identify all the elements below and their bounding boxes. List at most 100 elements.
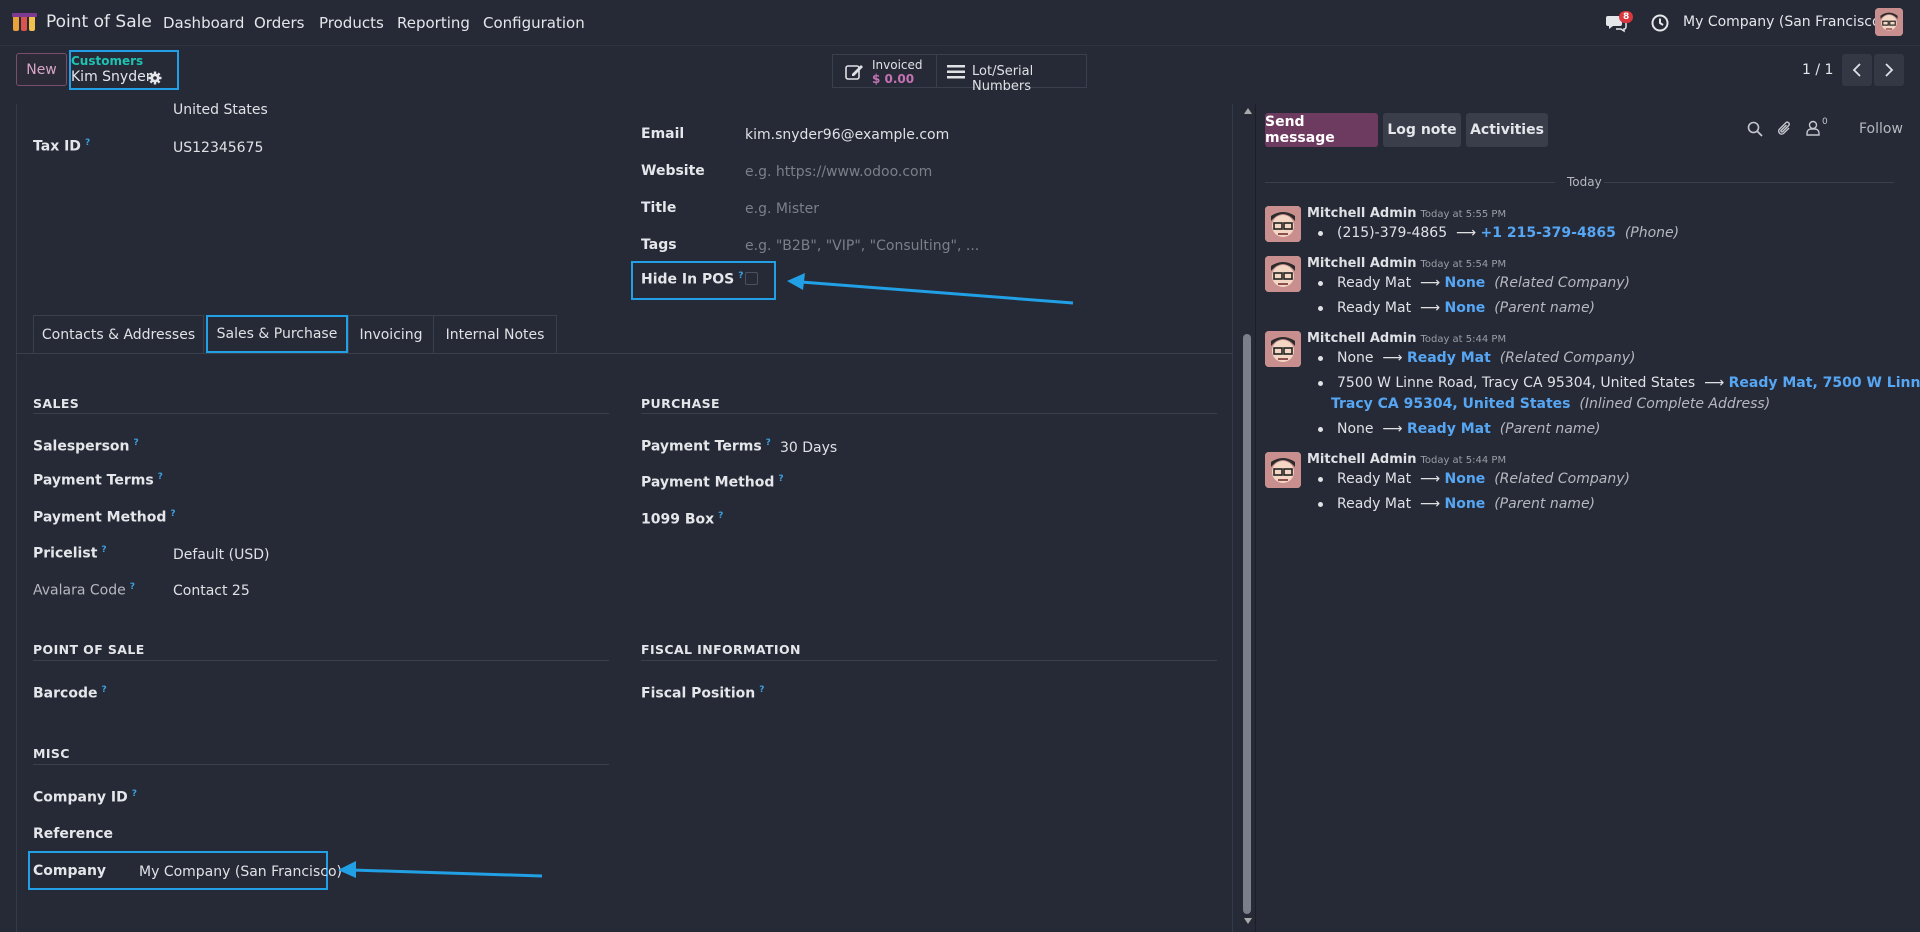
pager-next-button[interactable] (1874, 54, 1904, 86)
today-label: Today (1567, 175, 1602, 189)
pos-separator (33, 660, 609, 661)
tags-label: Tags (641, 237, 677, 253)
reference-label: Reference (33, 826, 114, 842)
title-label: Title (641, 200, 677, 216)
purchase-payment-terms-label: Payment Terms? (641, 438, 771, 455)
tab-sales-purchase[interactable]: Sales & Purchase (206, 315, 348, 353)
avalara-code-label: Avalara Code? (33, 582, 135, 599)
menu-orders[interactable]: Orders (254, 14, 304, 32)
follow-button[interactable]: Follow (1859, 121, 1903, 137)
email-value[interactable]: kim.snyder96@example.com (745, 127, 949, 143)
invoiced-stat-button[interactable]: Invoiced $ 0.00 (832, 54, 937, 88)
salesperson-label: Salesperson? (33, 438, 139, 455)
tab-internal-notes[interactable]: Internal Notes (433, 315, 557, 353)
website-label: Website (641, 163, 705, 179)
tab-contacts-addresses[interactable]: Contacts & Addresses (33, 315, 204, 353)
message-author[interactable]: Mitchell Admin Today at 5:44 PM (1307, 452, 1506, 467)
menu-products[interactable]: Products (319, 14, 384, 32)
message-avatar[interactable] (1265, 256, 1301, 292)
user-avatar[interactable] (1875, 8, 1903, 36)
tax-id-value[interactable]: US12345675 (173, 140, 263, 156)
followers-icon[interactable] (1806, 120, 1820, 136)
pager-value[interactable]: 1 / 1 (1802, 62, 1833, 78)
tracking-change: None ⟶ Ready Mat (Related Company) (1318, 350, 1635, 366)
avalara-code-value[interactable]: Contact 25 (173, 583, 250, 599)
activities-button[interactable]: Activities (1466, 113, 1548, 147)
tracking-change: None ⟶ Ready Mat (Parent name) (1318, 421, 1601, 437)
scroll-down-icon[interactable] (1244, 918, 1252, 924)
message-author[interactable]: Mitchell Admin Today at 5:44 PM (1307, 331, 1506, 346)
tracking-change: Ready Mat ⟶ None (Parent name) (1318, 496, 1595, 512)
search-icon[interactable] (1747, 121, 1763, 137)
new-button[interactable]: New (16, 53, 67, 86)
tags-input[interactable]: e.g. "B2B", "VIP", "Consulting", ... (745, 238, 979, 254)
purchase-section-title: PURCHASE (641, 396, 720, 411)
app-name[interactable]: Point of Sale (46, 12, 152, 32)
payment-terms-label: Payment Terms? (33, 472, 163, 489)
tabs-bottom-line (16, 353, 1233, 354)
company-label: Company (33, 863, 107, 879)
breadcrumb-customers[interactable]: Customers (71, 54, 143, 68)
website-input[interactable]: e.g. https://www.odoo.com (745, 164, 932, 180)
send-message-button[interactable]: Send message (1265, 113, 1378, 147)
pricelist-value[interactable]: Default (USD) (173, 547, 269, 563)
purchase-payment-terms-value[interactable]: 30 Days (780, 440, 837, 456)
lots-stat-button[interactable]: Lot/Serial Numbers (936, 54, 1087, 94)
edit-icon (845, 63, 865, 81)
chevron-left-icon (1852, 63, 1861, 77)
invoiced-label: Invoiced (872, 58, 923, 72)
form-scrollbar[interactable] (1240, 104, 1254, 932)
tracking-change: Ready Mat ⟶ None (Parent name) (1318, 300, 1595, 316)
message-avatar[interactable] (1265, 331, 1301, 367)
today-separator-right (1604, 182, 1894, 183)
pricelist-label: Pricelist? (33, 545, 107, 562)
tracking-change: (215)-379-4865 ⟶ +1 215-379-4865 (Phone) (1318, 225, 1679, 241)
lots-label: Lot/Serial Numbers (972, 64, 1034, 94)
tax-id-label: Tax ID? (33, 138, 91, 155)
message-avatar[interactable] (1265, 206, 1301, 242)
country-value[interactable]: United States (173, 102, 268, 118)
company-switcher[interactable]: My Company (San Francisco) (1683, 14, 1886, 30)
misc-separator (33, 764, 609, 765)
paperclip-icon[interactable] (1777, 120, 1793, 138)
tracking-change: Ready Mat ⟶ None (Related Company) (1318, 275, 1630, 291)
gear-icon[interactable] (148, 71, 162, 85)
message-author[interactable]: Mitchell Admin Today at 5:55 PM (1307, 206, 1506, 221)
menu-dashboard[interactable]: Dashboard (163, 14, 244, 32)
followers-count: 0 (1822, 117, 1828, 127)
menu-configuration[interactable]: Configuration (483, 14, 585, 32)
email-label: Email (641, 126, 685, 142)
hide-in-pos-checkbox[interactable] (745, 272, 758, 285)
sales-section-title: SALES (33, 396, 80, 411)
chatter-divider (1255, 104, 1256, 932)
scroll-thumb[interactable] (1243, 334, 1251, 914)
message-avatar[interactable] (1265, 452, 1301, 488)
pos-app-icon[interactable] (12, 13, 38, 33)
company-value[interactable]: My Company (San Francisco) (139, 864, 342, 880)
activity-clock-icon[interactable] (1651, 14, 1669, 32)
annotation-arrow-hide-pos (787, 273, 1074, 305)
log-note-button[interactable]: Log note (1383, 113, 1461, 147)
tab-invoicing[interactable]: Invoicing (348, 315, 434, 353)
sales-separator (33, 413, 609, 414)
pos-section-title: POINT OF SALE (33, 642, 145, 657)
menu-reporting[interactable]: Reporting (397, 14, 470, 32)
scroll-up-icon[interactable] (1244, 108, 1252, 114)
pager-prev-button[interactable] (1842, 54, 1872, 86)
tracking-change: Ready Mat ⟶ None (Related Company) (1318, 471, 1630, 487)
annotation-arrow-company (338, 861, 543, 878)
company-id-label: Company ID? (33, 789, 137, 806)
form-sheet (16, 104, 1233, 932)
fiscal-separator (641, 660, 1217, 661)
message-author[interactable]: Mitchell Admin Today at 5:54 PM (1307, 256, 1506, 271)
purchase-separator (641, 413, 1217, 414)
box-1099-label: 1099 Box? (641, 511, 724, 528)
top-navbar: Point of Sale Dashboard Orders Products … (0, 0, 1920, 46)
today-separator-left (1265, 182, 1555, 183)
fiscal-position-label: Fiscal Position? (641, 685, 765, 702)
tracking-change: 7500 W Linne Road, Tracy CA 95304, Unite… (1318, 375, 1920, 391)
list-icon (947, 65, 965, 79)
title-input[interactable]: e.g. Mister (745, 201, 819, 217)
chevron-right-icon (1885, 63, 1894, 77)
record-name: Kim Snyder (71, 69, 152, 85)
